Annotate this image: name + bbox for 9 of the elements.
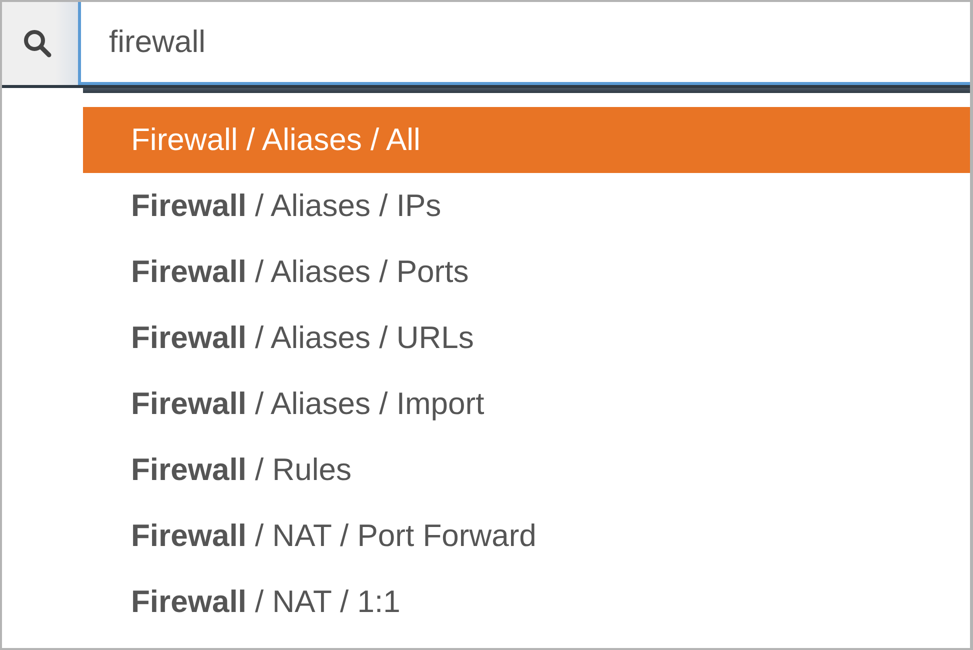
menu-item[interactable]: Firewall / Aliases / Ports xyxy=(83,239,970,305)
search-field[interactable]: firewall xyxy=(78,2,970,85)
menu-item[interactable]: Firewall / NAT / 1:1 xyxy=(83,569,970,635)
menu-item[interactable]: Firewall / Aliases / Import xyxy=(83,371,970,437)
menu-item[interactable]: Firewall / Rules xyxy=(83,437,970,503)
menu-item[interactable]: Firewall / Aliases / URLs xyxy=(83,305,970,371)
menu-item[interactable]: Firewall / Aliases / IPs xyxy=(83,173,970,239)
menu-item[interactable]: Firewall / NAT / Port Forward xyxy=(83,503,970,569)
search-icon xyxy=(22,29,52,58)
